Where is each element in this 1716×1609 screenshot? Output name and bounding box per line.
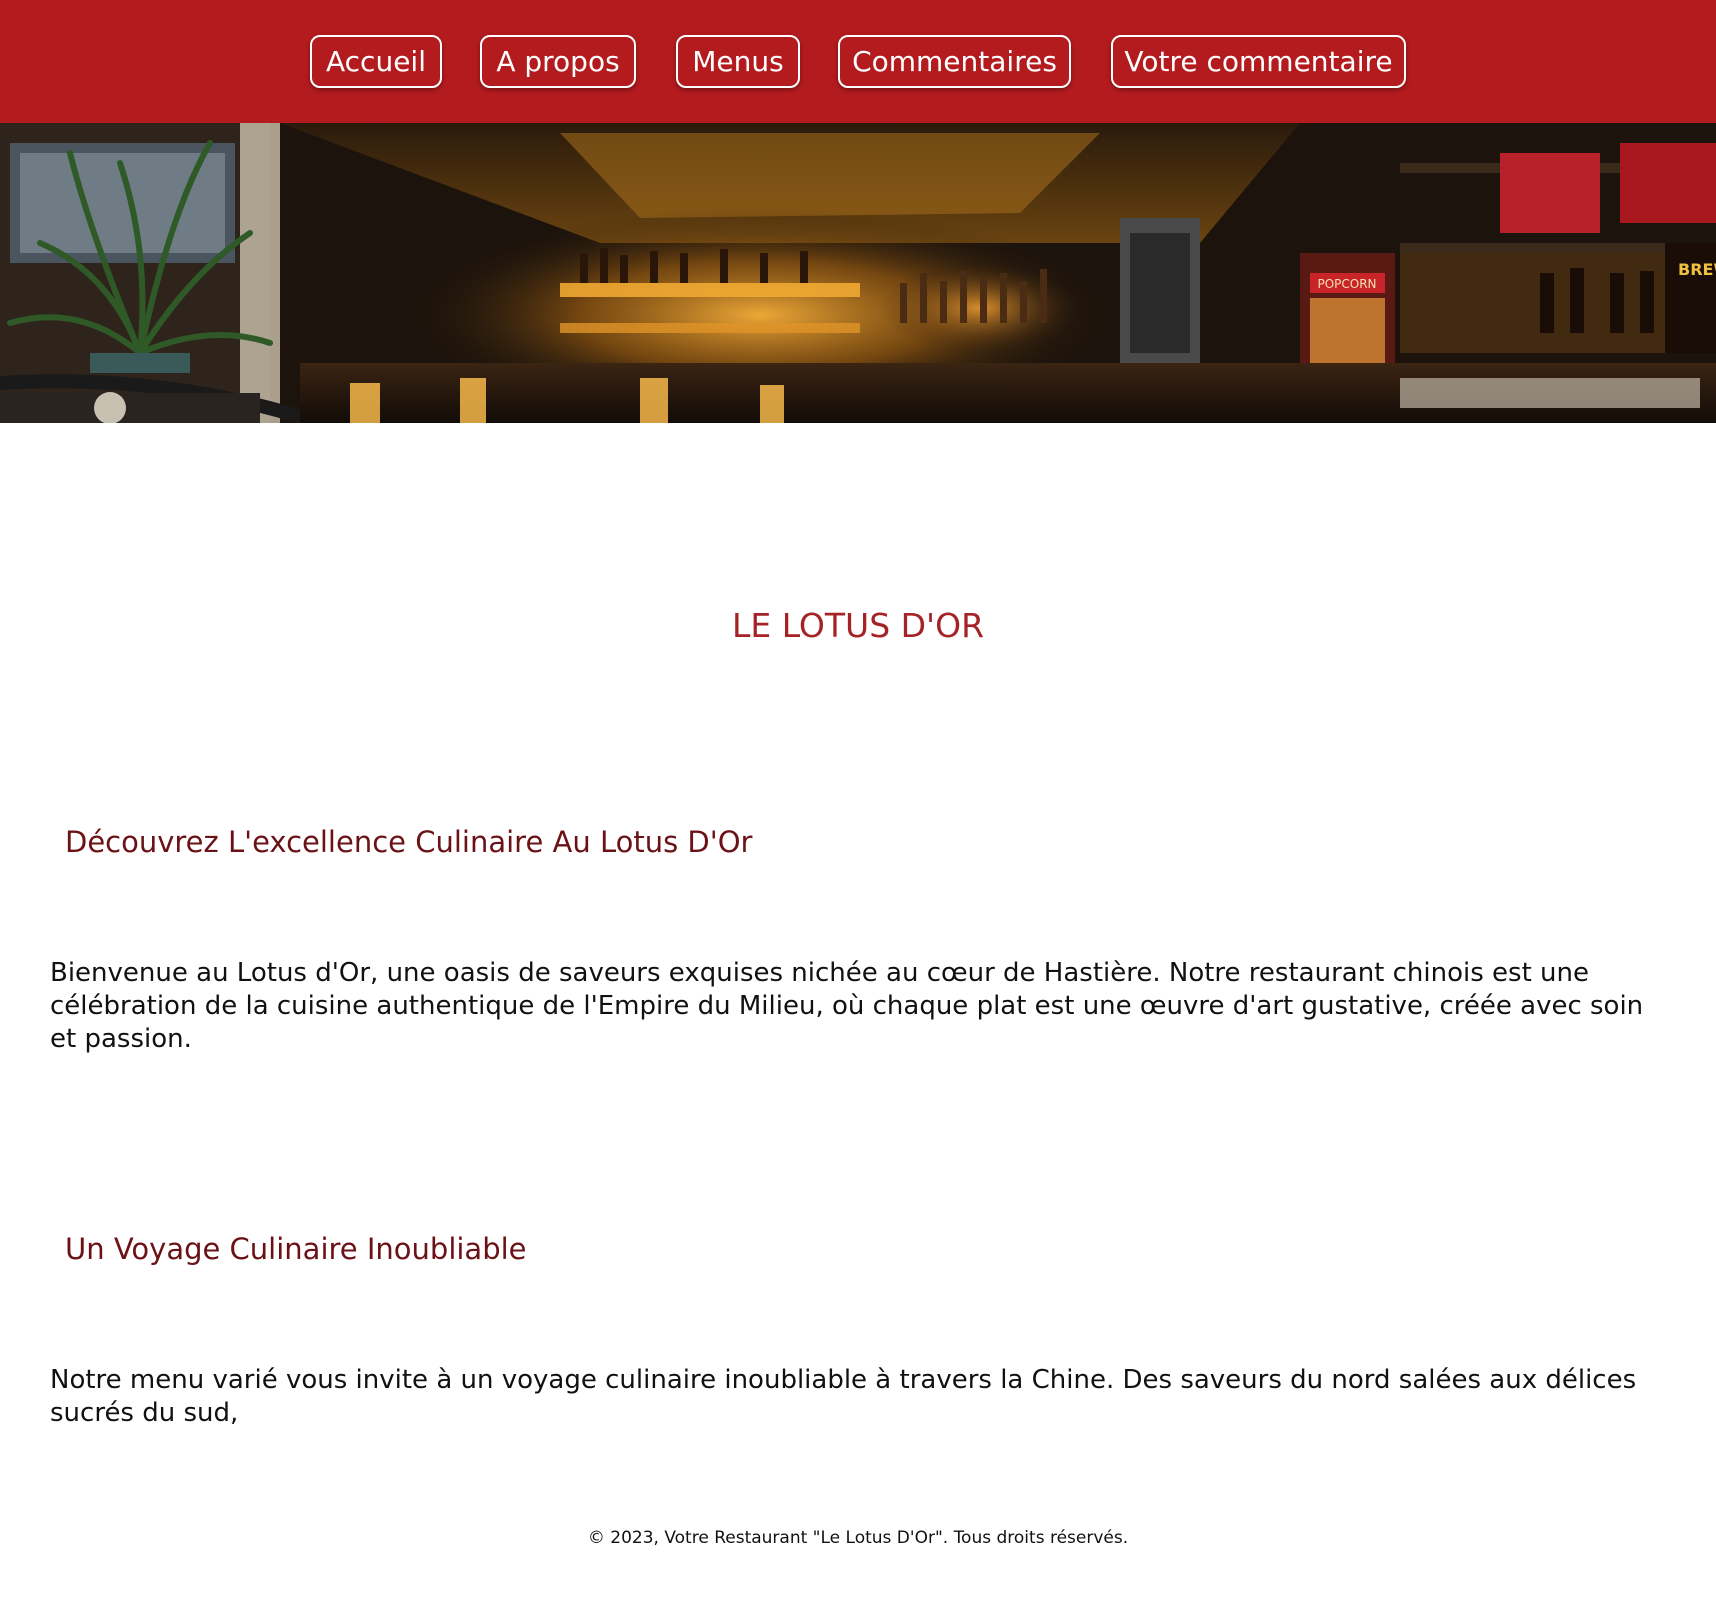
- top-nav-bar: Accueil A propos Menus Commentaires Votr…: [0, 0, 1716, 123]
- hero-banner-image: POPCORN BREW LIQUOR STORE: [0, 123, 1716, 423]
- section-heading-voyage: Un Voyage Culinaire Inoubliable: [65, 1232, 527, 1266]
- nav-accueil-button[interactable]: Accueil: [310, 35, 442, 88]
- footer-copyright: © 2023, Votre Restaurant "Le Lotus D'Or"…: [587, 1528, 1129, 1548]
- liquor-store-sign-text: BREW LIQUOR STORE: [1678, 260, 1716, 279]
- nav-a-propos-button[interactable]: A propos: [480, 35, 636, 88]
- popcorn-sign-text: POPCORN: [1317, 277, 1376, 291]
- nav-votre-commentaire-button[interactable]: Votre commentaire: [1111, 35, 1406, 88]
- section-text-voyage: Notre menu varié vous invite à un voyage…: [50, 1365, 1637, 1428]
- nav-menus-button[interactable]: Menus: [676, 35, 800, 88]
- nav-commentaires-button[interactable]: Commentaires: [838, 35, 1071, 88]
- section-heading-excellence: Découvrez L'excellence Culinaire Au Lotu…: [65, 825, 753, 859]
- section-text-excellence: Bienvenue au Lotus d'Or, une oasis de sa…: [50, 958, 1644, 1054]
- site-title: LE LOTUS D'OR: [731, 606, 985, 645]
